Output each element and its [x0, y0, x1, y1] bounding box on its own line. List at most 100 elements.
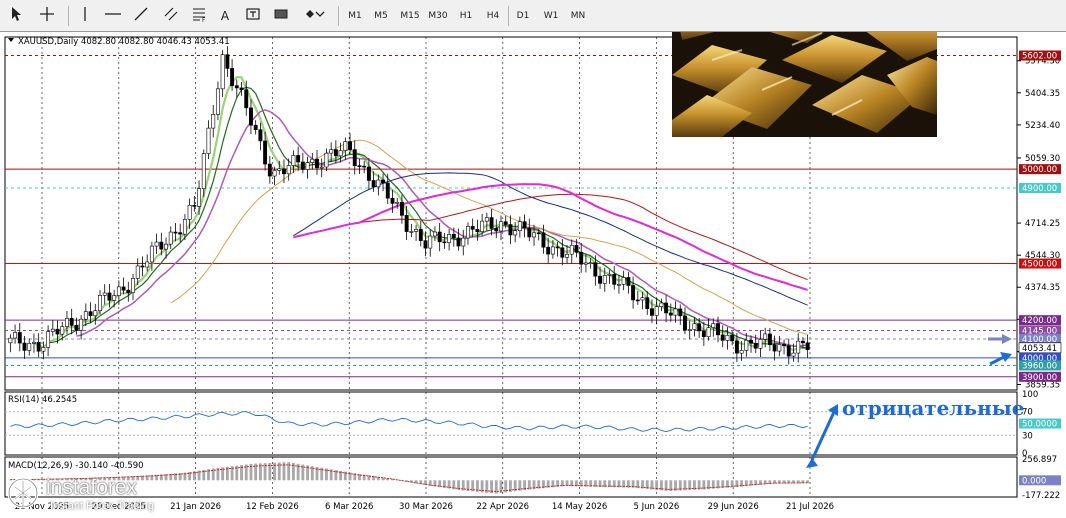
channel-icon[interactable] — [160, 6, 182, 26]
candle-body — [800, 340, 805, 344]
candle-body — [310, 158, 315, 163]
candle-body — [102, 292, 107, 296]
candle-body — [536, 232, 541, 235]
timeframe-h4[interactable]: H4 — [482, 6, 504, 26]
candle-body — [404, 215, 409, 232]
timeframe-m5[interactable]: M5 — [370, 6, 392, 26]
candle-body — [513, 230, 518, 236]
candle-body — [17, 332, 22, 344]
candle-body — [277, 168, 282, 171]
candle-body — [654, 306, 659, 316]
candle-body — [706, 327, 711, 337]
text-icon[interactable]: A — [216, 6, 234, 26]
candle-body — [8, 337, 13, 344]
candle-body — [456, 237, 461, 247]
candle-body — [338, 150, 343, 157]
candle-body — [206, 127, 211, 154]
candle-body — [357, 165, 362, 167]
candle-body — [22, 342, 27, 351]
trendline-icon[interactable] — [130, 6, 152, 26]
candle-body — [437, 231, 442, 243]
price-tick-label: 4374.35 — [1025, 283, 1060, 293]
candle-body — [343, 141, 348, 151]
candle-body — [678, 308, 683, 317]
candle-body — [640, 297, 645, 301]
date-label: 12 Feb 2026 — [246, 502, 299, 512]
candle-body — [692, 323, 697, 330]
candle-body — [258, 129, 263, 142]
candle-body — [753, 343, 758, 349]
candle-body — [371, 180, 376, 188]
candle-body — [140, 265, 145, 268]
candle-body — [197, 188, 202, 207]
candle-body — [131, 278, 135, 293]
rsi-current-label: 50.0000 — [1022, 420, 1057, 430]
timeframe-w1[interactable]: W1 — [539, 6, 563, 26]
candle-body — [508, 224, 513, 236]
candle-body — [98, 295, 102, 311]
timeframe-h1[interactable]: H1 — [455, 6, 477, 26]
timeframe-m30[interactable]: M30 — [425, 6, 451, 26]
candle-body — [791, 352, 796, 357]
macd-tick-label: 256.897 — [1022, 455, 1057, 465]
candle-body — [767, 333, 772, 346]
candle-body — [730, 334, 735, 342]
candle-body — [527, 227, 532, 238]
price-chart[interactable]: 5574.305404.355234.405059.304714.254544.… — [0, 32, 1066, 518]
label-icon[interactable] — [242, 6, 264, 26]
timeframe-m15[interactable]: M15 — [397, 6, 423, 26]
date-label: 6 Mar 2026 — [325, 502, 373, 512]
candle-body — [466, 226, 470, 239]
level-tag-label: 4900.00 — [1022, 184, 1057, 194]
candle-body — [366, 166, 371, 181]
candle-body — [107, 292, 112, 301]
candle-body — [716, 323, 720, 336]
candle-body — [720, 334, 725, 341]
shapes-icon[interactable] — [302, 6, 330, 26]
level-tag-label: 4053.41 — [1022, 344, 1057, 354]
svg-text:F: F — [202, 17, 206, 22]
candle-body — [583, 262, 588, 265]
candle-body — [215, 88, 220, 115]
level-tag-label: 5602.00 — [1022, 51, 1057, 61]
candle-body — [93, 310, 98, 317]
candle-body — [616, 284, 621, 286]
candle-body — [286, 165, 291, 175]
candle-body — [522, 221, 527, 229]
candle-body — [701, 330, 706, 337]
horizontal-line-icon[interactable] — [102, 6, 124, 26]
candle-body — [41, 347, 46, 352]
candle-body — [432, 231, 437, 237]
candle-body — [664, 302, 669, 314]
candle-body — [182, 219, 187, 235]
candle-body — [550, 246, 555, 255]
crosshair-icon[interactable] — [36, 6, 58, 26]
candle-body — [560, 247, 565, 258]
candle-body — [272, 170, 277, 177]
candle-body — [362, 165, 367, 168]
candle-body — [55, 328, 60, 335]
candle-body — [772, 344, 777, 352]
candle-body — [201, 153, 206, 189]
cursor-icon[interactable] — [6, 6, 26, 26]
rectangle-icon[interactable] — [270, 6, 292, 26]
candle-body — [315, 158, 319, 169]
candle-body — [442, 241, 447, 244]
candle-body — [749, 339, 753, 344]
candle-body — [324, 152, 329, 168]
candle-body — [249, 107, 253, 126]
fibonacci-icon[interactable]: F — [188, 6, 210, 26]
candle-body — [211, 114, 216, 129]
vertical-line-icon[interactable] — [76, 6, 94, 26]
candle-body — [659, 302, 664, 307]
timeframe-mn[interactable]: MN — [566, 6, 590, 26]
timeframe-m1[interactable]: M1 — [344, 6, 366, 26]
timeframe-d1[interactable]: D1 — [512, 6, 534, 26]
candle-body — [145, 261, 150, 268]
candle-body — [348, 141, 352, 150]
candle-body — [164, 243, 168, 250]
candle-body — [480, 220, 485, 233]
candle-body — [598, 275, 603, 284]
candle-body — [282, 168, 286, 175]
candle-body — [546, 246, 551, 255]
